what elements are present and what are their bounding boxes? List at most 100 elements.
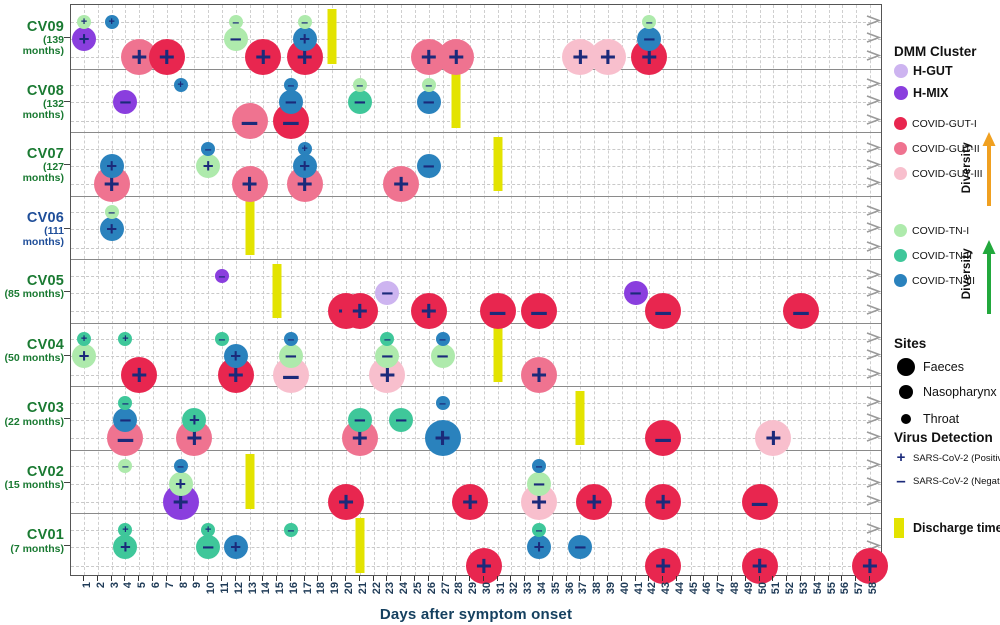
sample-marker[interactable]: + [452,484,489,520]
sample-marker[interactable]: – [389,408,414,433]
sample-marker[interactable]: + [383,166,420,203]
sample-marker[interactable]: – [568,535,593,560]
x-axis-tick [386,576,388,581]
sample-marker[interactable]: – [375,344,400,369]
sample-marker[interactable]: – [297,14,312,29]
sample-marker[interactable]: + [173,78,188,93]
sample-marker[interactable]: + [148,39,185,76]
legend-item-covid-tn-i[interactable]: COVID-TN-I [894,224,969,237]
sample-marker[interactable]: – [645,420,682,457]
sample-marker[interactable]: + [231,166,268,203]
sample-marker[interactable]: + [223,535,248,560]
sample-marker[interactable]: + [297,141,312,156]
sample-marker[interactable]: + [182,408,207,433]
sample-marker[interactable]: + [521,356,558,393]
sample-marker[interactable]: – [214,268,229,283]
sample-marker[interactable]: + [113,535,138,560]
sample-marker[interactable]: – [642,14,657,29]
legend-virus-negative[interactable]: –SARS-CoV-2 (Negative) [894,472,1000,489]
sample-marker[interactable]: – [104,205,119,220]
sample-marker[interactable]: – [416,90,441,115]
patient-label-cv01: CV01 (7 months) [0,528,70,554]
sample-marker[interactable]: + [104,14,119,29]
sample-marker[interactable]: + [424,420,461,457]
sample-marker[interactable]: – [231,102,268,139]
sample-marker[interactable]: – [435,395,450,410]
sample-marker[interactable]: – [347,90,372,115]
legend-virus-positive[interactable]: + SARS-CoV-2 (Positive) [894,450,1000,465]
sample-marker[interactable]: – [283,78,298,93]
sample-marker[interactable]: + [292,26,317,51]
sample-marker[interactable]: – [435,332,450,347]
patient-age: (85 months) [4,288,64,301]
sample-marker[interactable]: + [118,332,133,347]
sample-marker[interactable]: + [118,522,133,537]
sample-marker[interactable]: + [72,26,97,51]
sample-marker[interactable]: – [532,522,547,537]
sample-marker[interactable]: – [278,344,303,369]
sample-marker[interactable]: + [328,484,365,520]
sample-marker[interactable]: – [347,408,372,433]
sample-marker[interactable]: – [375,280,400,305]
legend-site-faeces[interactable]: Faeces [894,358,964,376]
sample-marker[interactable]: + [72,344,97,369]
sample-marker[interactable]: – [527,471,552,496]
sample-marker[interactable]: + [341,293,378,330]
sample-marker[interactable]: – [416,153,441,178]
sample-marker[interactable]: + [168,471,193,496]
discharge-time-bar [493,327,503,382]
sample-marker[interactable]: – [278,90,303,115]
sample-marker[interactable]: – [623,280,648,305]
sample-marker[interactable]: – [532,459,547,474]
sample-marker[interactable]: – [118,395,133,410]
sample-marker[interactable]: – [380,332,395,347]
sample-marker[interactable]: + [645,484,682,520]
sample-marker[interactable]: – [113,408,138,433]
sample-marker[interactable]: – [214,332,229,347]
row-end-arrow-icon [865,239,882,257]
sample-marker[interactable]: + [527,535,552,560]
sample-marker[interactable]: + [438,39,475,76]
sample-marker[interactable]: + [410,293,447,330]
sample-marker[interactable]: – [637,26,662,51]
sample-marker[interactable]: + [223,344,248,369]
sample-marker[interactable]: + [755,420,792,457]
sample-marker[interactable]: + [77,332,92,347]
sample-marker[interactable]: – [196,535,221,560]
sample-marker[interactable]: + [576,484,613,520]
sample-marker[interactable]: – [113,90,138,115]
legend-item-h-mix[interactable]: H-MIX [894,86,948,100]
sample-marker[interactable]: + [196,153,221,178]
sample-marker[interactable]: – [782,293,819,330]
sample-marker[interactable]: – [173,459,188,474]
legend-site-throat[interactable]: Throat [894,412,959,426]
sample-marker[interactable]: – [118,459,133,474]
sample-marker[interactable]: – [741,484,778,520]
sample-marker[interactable]: + [201,522,216,537]
sample-marker[interactable]: – [223,26,248,51]
legend-item-h-gut[interactable]: H-GUT [894,64,953,78]
patient-axis: CV09 (139 months) CV08 (132 months) CV07 (127… [0,4,70,576]
sample-marker[interactable]: – [201,141,216,156]
sample-marker[interactable]: + [77,14,92,29]
sample-marker[interactable]: – [479,293,516,330]
sample-marker[interactable]: – [430,344,455,369]
sample-marker[interactable]: + [121,356,158,393]
sample-marker[interactable]: + [99,153,124,178]
legend-item-covid-gut-i[interactable]: COVID-GUT-I [894,117,977,130]
sample-marker[interactable]: – [283,522,298,537]
patient-row-separator [71,132,881,134]
sample-marker[interactable]: – [521,293,558,330]
sample-marker[interactable]: – [352,78,367,93]
sample-marker[interactable]: + [99,217,124,242]
x-axis-tick-label: 49 [742,582,755,595]
legend-site-nasopharynx[interactable]: Nasopharynx [894,385,997,399]
row-end-arrow-icon [865,140,882,158]
sample-marker[interactable]: – [645,293,682,330]
sample-marker[interactable]: – [228,14,243,29]
sample-marker[interactable]: – [283,332,298,347]
sample-marker[interactable]: + [245,39,282,76]
sample-marker[interactable]: + [292,153,317,178]
sample-marker[interactable]: – [421,78,436,93]
sample-marker[interactable]: + [589,39,626,76]
